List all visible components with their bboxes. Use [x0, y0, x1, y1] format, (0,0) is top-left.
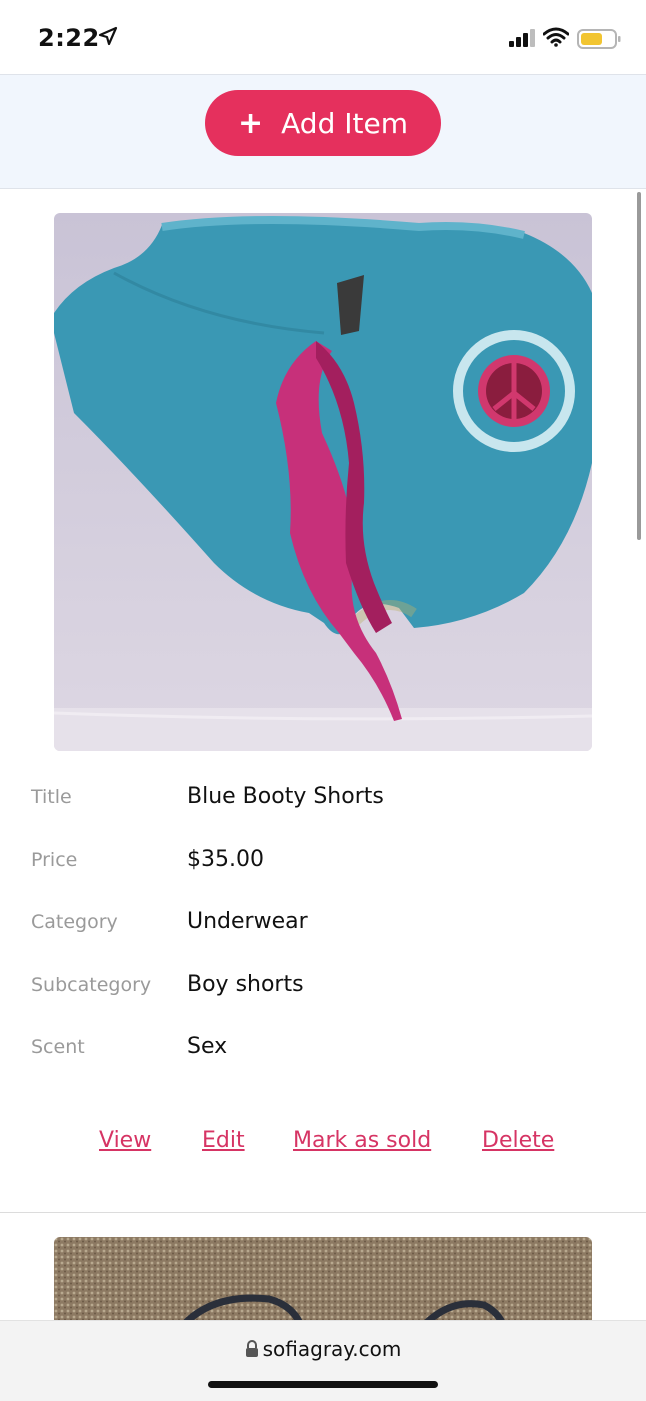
- detail-row-subcategory: Subcategory Boy shorts: [31, 962, 611, 1025]
- detail-row-category: Category Underwear: [31, 899, 611, 962]
- status-bar: 2:22: [0, 0, 646, 74]
- item-divider: [0, 1212, 646, 1213]
- detail-label: Subcategory: [31, 973, 152, 996]
- add-item-label: Add Item: [281, 106, 408, 140]
- top-action-bar: + Add Item: [0, 74, 646, 189]
- detail-value: Underwear: [187, 909, 308, 934]
- battery-icon: [577, 29, 621, 49]
- delete-link[interactable]: Delete: [482, 1128, 554, 1153]
- browser-url-bar[interactable]: sofiagray.com: [0, 1320, 646, 1401]
- location-arrow-icon: [98, 26, 118, 46]
- home-indicator[interactable]: [208, 1381, 438, 1388]
- plus-icon: +: [238, 105, 264, 141]
- detail-row-scent: Scent Sex: [31, 1024, 611, 1087]
- item-photo[interactable]: [54, 213, 592, 751]
- lock-icon: [245, 1340, 258, 1357]
- detail-value: Boy shorts: [187, 971, 304, 997]
- detail-value: Blue Booty Shorts: [187, 784, 384, 809]
- item-details: Title Blue Booty Shorts Price $35.00 Cat…: [31, 774, 611, 1087]
- detail-label: Scent: [31, 1036, 85, 1058]
- status-time: 2:22: [38, 24, 100, 52]
- signal-icon: [509, 29, 535, 47]
- view-link[interactable]: View: [99, 1128, 151, 1153]
- item-actions: View Edit Mark as sold Delete: [0, 1122, 646, 1166]
- wifi-icon: [543, 27, 569, 47]
- mark-as-sold-link[interactable]: Mark as sold: [293, 1128, 431, 1153]
- url-text: sofiagray.com: [262, 1337, 402, 1361]
- add-item-button[interactable]: + Add Item: [205, 90, 441, 156]
- detail-label: Category: [31, 911, 118, 933]
- detail-value: Sex: [187, 1034, 228, 1059]
- detail-row-title: Title Blue Booty Shorts: [31, 774, 611, 837]
- detail-label: Price: [31, 848, 78, 871]
- detail-label: Title: [31, 786, 72, 808]
- scrollbar[interactable]: [637, 192, 641, 540]
- edit-link[interactable]: Edit: [202, 1128, 245, 1153]
- detail-value: $35.00: [187, 846, 264, 872]
- detail-row-price: Price $35.00: [31, 837, 611, 900]
